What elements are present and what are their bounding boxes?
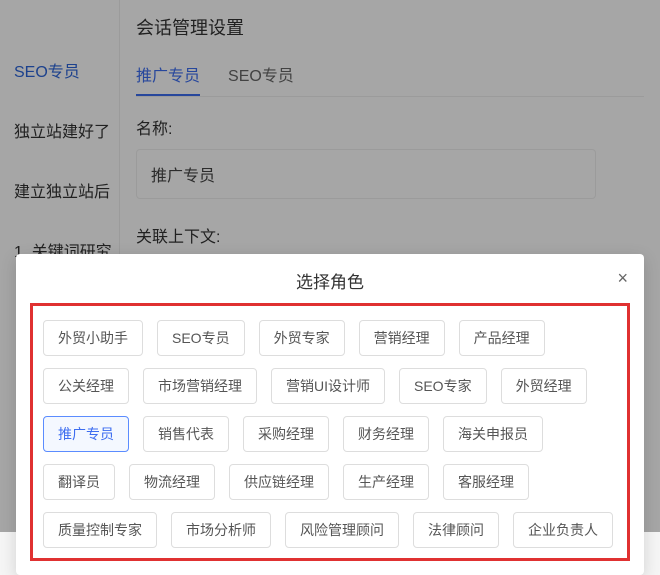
role-tag[interactable]: SEO专家 <box>399 368 487 404</box>
role-tag[interactable]: 营销经理 <box>359 320 445 356</box>
role-tag[interactable]: 海关申报员 <box>443 416 543 452</box>
role-tag[interactable]: 物流经理 <box>129 464 215 500</box>
role-tag[interactable]: 营销UI设计师 <box>271 368 385 404</box>
role-tag[interactable]: 外贸小助手 <box>43 320 143 356</box>
role-tag[interactable]: SEO专员 <box>157 320 245 356</box>
role-tag[interactable]: 市场营销经理 <box>143 368 257 404</box>
role-tag[interactable]: 生产经理 <box>343 464 429 500</box>
modal-body: 外贸小助手 SEO专员外贸专家营销经理产品经理公关经理市场营销经理营销UI设计师 S… <box>30 303 630 561</box>
role-tag[interactable]: 翻译员 <box>43 464 115 500</box>
modal-header: 选择角色 × <box>16 254 644 303</box>
select-role-modal: 选择角色 × 外贸小助手 SEO专员外贸专家营销经理产品经理公关经理市场营销经理营… <box>16 254 644 575</box>
role-tag[interactable]: 质量控制专家 <box>43 512 157 548</box>
role-tag[interactable]: 产品经理 <box>459 320 545 356</box>
role-tag[interactable]: 财务经理 <box>343 416 429 452</box>
role-tag[interactable]: 外贸专家 <box>259 320 345 356</box>
role-grid: 外贸小助手 SEO专员外贸专家营销经理产品经理公关经理市场营销经理营销UI设计师 S… <box>43 320 617 548</box>
role-tag[interactable]: 采购经理 <box>243 416 329 452</box>
role-tag[interactable]: 公关经理 <box>43 368 129 404</box>
role-tag[interactable]: 企业负责人 <box>513 512 613 548</box>
role-tag[interactable]: 市场分析师 <box>171 512 271 548</box>
role-tag[interactable]: 风险管理顾问 <box>285 512 399 548</box>
close-icon[interactable]: × <box>617 268 628 289</box>
role-tag[interactable]: 销售代表 <box>143 416 229 452</box>
modal-title: 选择角色 <box>296 273 364 292</box>
role-tag[interactable]: 供应链经理 <box>229 464 329 500</box>
role-tag[interactable]: 法律顾问 <box>413 512 499 548</box>
role-tag[interactable]: 客服经理 <box>443 464 529 500</box>
role-tag[interactable]: 外贸经理 <box>501 368 587 404</box>
role-tag[interactable]: 推广专员 <box>43 416 129 452</box>
